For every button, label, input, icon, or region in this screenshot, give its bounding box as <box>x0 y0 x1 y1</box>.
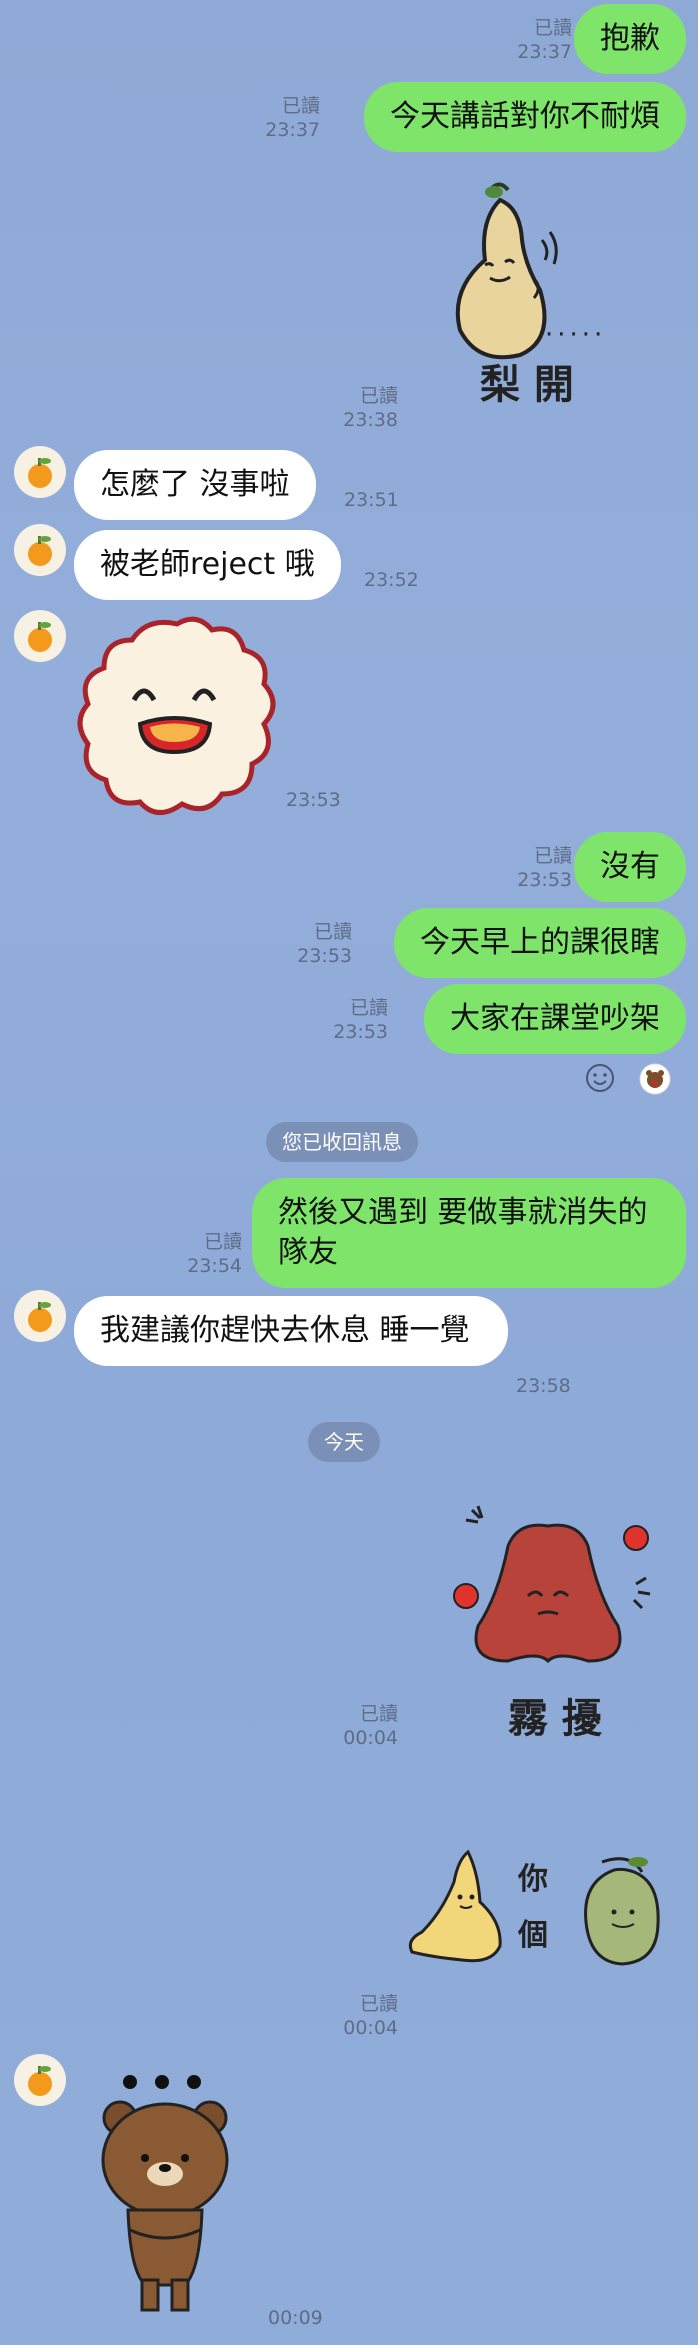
fruit-pair-sticker[interactable]: 你 個 <box>402 1842 672 1972</box>
read-receipt: 已讀 23:53 <box>297 921 352 967</box>
orange-avatar-icon[interactable] <box>14 446 66 498</box>
read-receipt: 已讀 23:38 <box>343 385 398 431</box>
date-divider: 今天 <box>308 1422 380 1462</box>
sticker-dots: ····· <box>545 320 607 350</box>
read-receipt: 已讀 23:53 <box>517 845 572 891</box>
message-time: 23:52 <box>364 569 419 591</box>
message-time: 23:58 <box>516 1375 571 1397</box>
message-bubble-incoming[interactable]: 被老師reject 哦 <box>74 530 341 600</box>
smiling-cloud-sticker[interactable] <box>72 612 282 822</box>
sticker-caption: 霧 擾 <box>508 1695 602 1742</box>
orange-avatar-icon[interactable] <box>14 524 66 576</box>
read-receipt: 已讀 23:37 <box>265 95 320 141</box>
message-bubble-outgoing[interactable]: 抱歉 <box>574 4 686 74</box>
message-bubble-outgoing[interactable]: 今天早上的課很瞎 <box>394 908 686 978</box>
message-bubble-incoming[interactable]: 我建議你趕快去休息 睡一覺 <box>74 1296 508 1366</box>
message-bubble-outgoing[interactable]: 今天講話對你不耐煩 <box>364 82 686 152</box>
smile-reaction-icon[interactable] <box>584 1062 616 1094</box>
message-time: 23:53 <box>286 789 341 811</box>
bear-reaction-icon[interactable] <box>638 1062 672 1096</box>
orange-avatar-icon[interactable] <box>14 1290 66 1342</box>
read-receipt: 已讀 23:54 <box>187 1231 242 1277</box>
orange-avatar-icon[interactable] <box>14 2054 66 2106</box>
rose-apple-sticker[interactable]: 霧 擾 <box>438 1496 668 1746</box>
sticker-caption: 梨 開 <box>480 361 574 408</box>
read-receipt: 已讀 00:04 <box>343 1703 398 1749</box>
message-bubble-incoming[interactable]: 怎麼了 沒事啦 <box>74 450 316 520</box>
read-receipt: 已讀 23:53 <box>333 997 388 1043</box>
read-receipt: 已讀 23:37 <box>517 17 572 63</box>
brown-bear-sticker[interactable] <box>90 2070 250 2320</box>
pear-sticker[interactable]: ····· 梨 開 <box>430 180 660 410</box>
message-time: 23:51 <box>344 489 399 511</box>
message-bubble-outgoing[interactable]: 大家在課堂吵架 <box>424 984 686 1054</box>
read-receipt: 已讀 00:04 <box>343 1993 398 2039</box>
message-bubble-outgoing[interactable]: 然後又遇到 要做事就消失的隊友 <box>252 1178 686 1288</box>
message-time: 00:09 <box>268 2307 323 2329</box>
unsent-notice: 您已收回訊息 <box>266 1122 418 1162</box>
message-bubble-outgoing[interactable]: 沒有 <box>574 832 686 902</box>
orange-avatar-icon[interactable] <box>14 610 66 662</box>
sticker-caption: 你 個 <box>518 1862 548 1953</box>
